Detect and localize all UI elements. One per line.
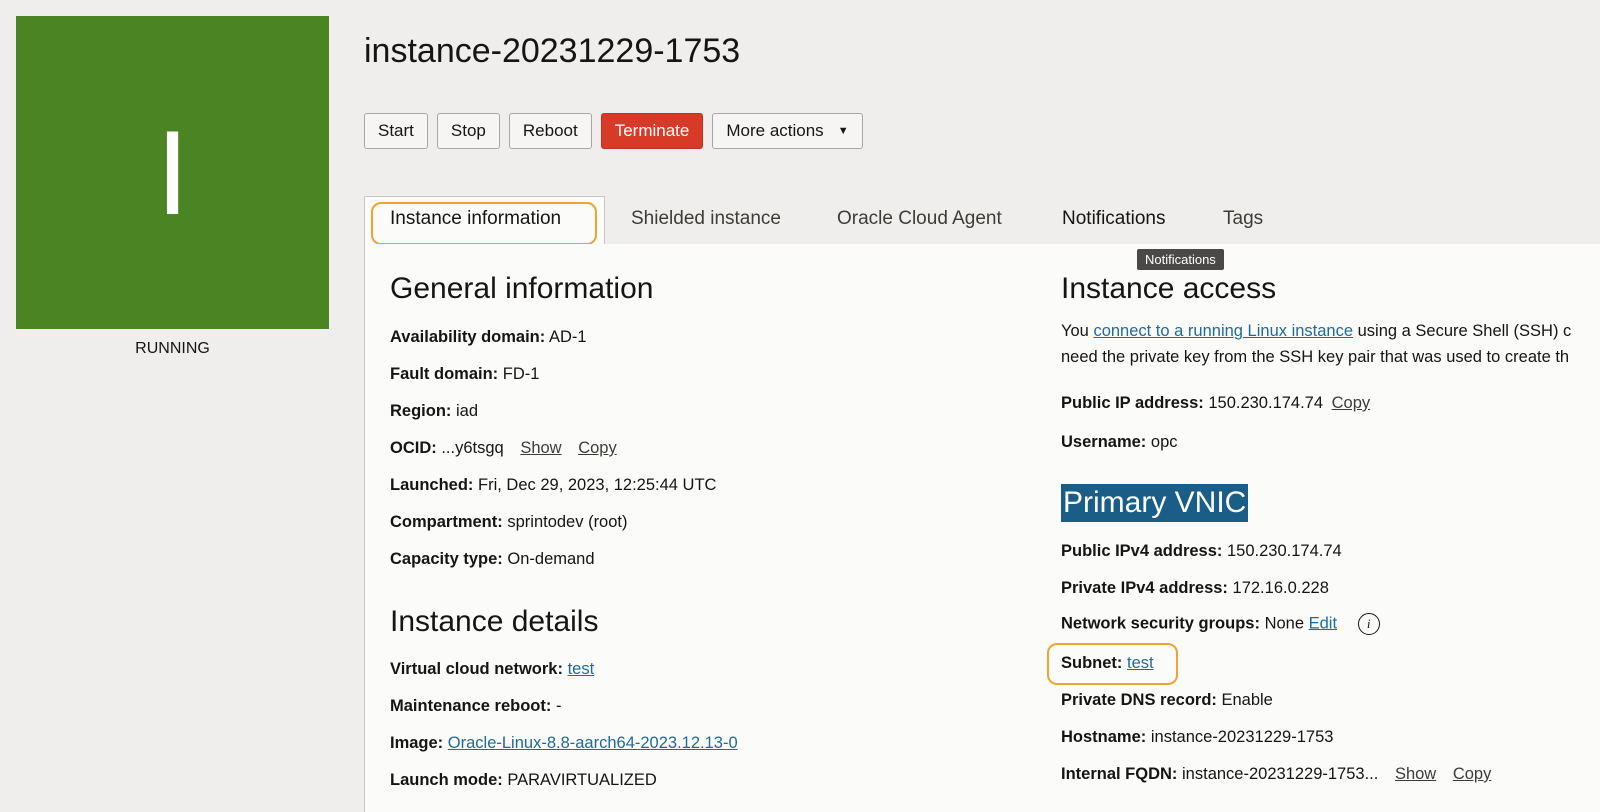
public-ip-copy-link[interactable]: Copy [1332, 394, 1371, 412]
tab-tags[interactable]: Tags [1223, 208, 1263, 230]
launched-label: Launched: [390, 476, 474, 494]
capacity-type-row: Capacity type: On-demand [390, 550, 595, 569]
primary-vnic-heading: Primary VNIC [1061, 484, 1249, 522]
nsg-edit-link[interactable]: Edit [1309, 614, 1337, 632]
hostname-label: Hostname: [1061, 728, 1147, 746]
tab-notifications[interactable]: Notifications [1062, 208, 1166, 230]
ocid-value: ...y6tsgq [441, 439, 504, 457]
tab-bar: Instance information Shielded instance O… [364, 196, 1600, 245]
maintenance-reboot-row: Maintenance reboot: - [390, 697, 561, 716]
stop-button[interactable]: Stop [436, 113, 500, 149]
capacity-type-value: On-demand [507, 550, 595, 568]
availability-domain-row: Availability domain: AD-1 [390, 328, 587, 347]
tab-instance-information[interactable]: Instance information [390, 208, 561, 230]
nsg-label: Network security groups: [1061, 614, 1260, 633]
image-link[interactable]: Oracle-Linux-8.8-aarch64-2023.12.13-0 [448, 734, 738, 752]
fqdn-copy-link[interactable]: Copy [1453, 765, 1492, 783]
ocid-label: OCID: [390, 439, 437, 457]
private-dns-label: Private DNS record: [1061, 691, 1217, 709]
internal-fqdn-label: Internal FQDN: [1061, 765, 1178, 783]
launch-mode-label: Launch mode: [390, 771, 503, 789]
private-dns-value: Enable [1221, 691, 1273, 709]
access-text-post: using a Secure Shell (SSH) c [1353, 322, 1572, 340]
internal-fqdn-value: instance-20231229-1753... [1182, 765, 1379, 783]
compartment-value: sprintodev (root) [507, 513, 628, 531]
fault-domain-label: Fault domain: [390, 365, 499, 383]
maintenance-reboot-label: Maintenance reboot: [390, 697, 552, 715]
internal-fqdn-row: Internal FQDN: instance-20231229-1753...… [1061, 765, 1491, 784]
page-title: instance-20231229-1753 [364, 32, 741, 70]
vcn-label: Virtual cloud network: [390, 660, 563, 678]
subnet-row: Subnet: test [1061, 654, 1154, 673]
fault-domain-value: FD-1 [502, 365, 540, 383]
launched-value: Fri, Dec 29, 2023, 12:25:44 UTC [478, 476, 717, 494]
capacity-type-label: Capacity type: [390, 550, 503, 568]
username-label: Username: [1061, 433, 1147, 451]
hostname-row: Hostname: instance-20231229-1753 [1061, 728, 1333, 747]
public-ip-row: Public IP address: 150.230.174.74 Copy [1061, 394, 1370, 413]
private-ipv4-label: Private IPv4 address: [1061, 579, 1228, 597]
region-value: iad [456, 402, 479, 420]
subnet-label: Subnet: [1061, 654, 1123, 672]
compartment-label: Compartment: [390, 513, 503, 531]
terminate-button[interactable]: Terminate [600, 113, 704, 149]
instance-avatar: I [16, 16, 329, 329]
image-label: Image: [390, 734, 444, 752]
username-value: opc [1150, 433, 1178, 451]
region-row: Region: iad [390, 402, 478, 421]
hostname-value: instance-20231229-1753 [1150, 728, 1334, 746]
nsg-value: None [1264, 614, 1305, 633]
public-ipv4-value: 150.230.174.74 [1227, 542, 1342, 560]
more-actions-label: More actions [726, 121, 824, 140]
public-ip-label: Public IP address: [1061, 394, 1204, 412]
ocid-copy-link[interactable]: Copy [578, 439, 617, 457]
vcn-link[interactable]: test [568, 660, 595, 678]
ocid-show-link[interactable]: Show [520, 439, 561, 457]
connect-linux-instance-link[interactable]: connect to a running Linux instance [1093, 322, 1353, 340]
instance-access-heading: Instance access [1061, 272, 1277, 305]
reboot-button[interactable]: Reboot [508, 113, 592, 149]
tab-oracle-cloud-agent[interactable]: Oracle Cloud Agent [837, 208, 1002, 230]
instance-details-heading: Instance details [390, 605, 599, 638]
launch-mode-row: Launch mode: PARAVIRTUALIZED [390, 771, 657, 790]
fqdn-show-link[interactable]: Show [1395, 765, 1436, 783]
image-row: Image: Oracle-Linux-8.8-aarch64-2023.12.… [390, 734, 738, 753]
private-ipv4-row: Private IPv4 address: 172.16.0.228 [1061, 579, 1329, 598]
access-description-line-2: need the private key from the SSH key pa… [1061, 348, 1570, 366]
compartment-row: Compartment: sprintodev (root) [390, 513, 628, 532]
availability-domain-value: AD-1 [548, 328, 587, 346]
fault-domain-row: Fault domain: FD-1 [390, 365, 539, 384]
network-security-groups-row: Network security groups: None Edit i [1061, 613, 1380, 635]
start-button[interactable]: Start [364, 113, 428, 149]
tab-shielded-instance[interactable]: Shielded instance [631, 208, 781, 230]
public-ipv4-row: Public IPv4 address: 150.230.174.74 [1061, 542, 1342, 561]
ocid-row: OCID: ...y6tsgq Show Copy [390, 439, 617, 458]
public-ip-value: 150.230.174.74 [1208, 394, 1324, 412]
public-ipv4-label: Public IPv4 address: [1061, 542, 1223, 560]
subnet-link[interactable]: test [1127, 654, 1154, 672]
notifications-tooltip: Notifications [1137, 249, 1224, 270]
info-icon[interactable]: i [1357, 613, 1380, 635]
instance-status: RUNNING [135, 340, 210, 357]
chevron-down-icon: ▼ [837, 125, 849, 137]
region-label: Region: [390, 402, 452, 420]
vcn-row: Virtual cloud network: test [390, 660, 594, 679]
launch-mode-value: PARAVIRTUALIZED [507, 771, 657, 789]
maintenance-reboot-value: - [555, 697, 562, 715]
access-text-pre: You [1061, 322, 1094, 340]
general-information-heading: General information [390, 272, 654, 305]
username-row: Username: opc [1061, 433, 1178, 452]
action-toolbar: Start Stop Reboot Terminate More actions… [364, 113, 863, 149]
launched-row: Launched: Fri, Dec 29, 2023, 12:25:44 UT… [390, 476, 716, 495]
access-description-line-1: You connect to a running Linux instance … [1061, 322, 1571, 341]
private-ipv4-value: 172.16.0.228 [1232, 579, 1329, 597]
instance-avatar-letter: I [155, 105, 190, 240]
availability-domain-label: Availability domain: [390, 328, 546, 346]
more-actions-button[interactable]: More actions ▼ [712, 113, 863, 149]
private-dns-record-row: Private DNS record: Enable [1061, 691, 1273, 710]
